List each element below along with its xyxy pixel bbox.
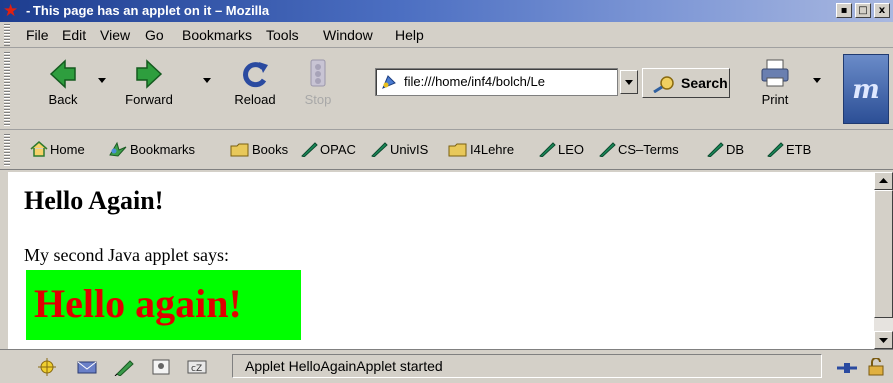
- reload-button[interactable]: Reload: [228, 56, 282, 120]
- status-bar: cZ Applet HelloAgainApplet started: [0, 349, 893, 383]
- address-book-icon[interactable]: [150, 358, 172, 376]
- menu-bar: File Edit View Go Bookmarks Tools Window…: [0, 22, 893, 48]
- link-icon: [767, 142, 784, 158]
- personal-home[interactable]: Home: [30, 141, 85, 159]
- scroll-up-button[interactable]: [874, 172, 893, 190]
- scroll-down-icon: [879, 338, 888, 343]
- scroll-down-button[interactable]: [874, 331, 893, 349]
- java-applet[interactable]: Hello again!: [26, 270, 301, 340]
- applet-text: Hello again!: [34, 281, 242, 326]
- forward-button[interactable]: Forward: [122, 56, 176, 120]
- title-bar[interactable]: ★ - This page has an applet on it – Mozi…: [0, 0, 893, 22]
- personal-bookmarks[interactable]: Bookmarks: [108, 141, 195, 159]
- minimize-button[interactable]: ▪: [836, 3, 852, 18]
- personal-etb[interactable]: ETB: [766, 141, 811, 159]
- navigation-toolbar: Back Forward Reload Stop file:///home/in…: [0, 48, 893, 130]
- stop-button[interactable]: Stop: [295, 56, 341, 120]
- status-text: Applet HelloAgainApplet started: [245, 358, 443, 374]
- page-heading: Hello Again!: [24, 186, 164, 215]
- link-icon: [539, 142, 556, 158]
- link-icon: [371, 142, 388, 158]
- stop-icon: [310, 59, 326, 87]
- personal-univis[interactable]: UnivIS: [370, 141, 428, 159]
- personal-db[interactable]: DB: [706, 141, 744, 159]
- link-icon: [599, 142, 616, 158]
- personal-toolbar: Home Bookmarks Books OPAC UnivIS I4Lehre…: [0, 130, 893, 170]
- page-content: Hello Again! My second Java applet says:…: [8, 172, 874, 349]
- forward-arrow-icon: [136, 59, 163, 89]
- navbar-grip[interactable]: [4, 52, 10, 126]
- menu-window[interactable]: Window: [323, 26, 373, 44]
- security-lock-icon[interactable]: [866, 358, 886, 376]
- back-arrow-icon: [49, 59, 76, 89]
- printer-icon: [761, 59, 789, 87]
- menu-go[interactable]: Go: [145, 26, 164, 44]
- mail-icon[interactable]: [76, 358, 98, 376]
- page-proxy-icon[interactable]: [381, 74, 397, 90]
- persbar-grip[interactable]: [4, 134, 10, 166]
- menubar-grip[interactable]: [4, 24, 10, 46]
- personal-books[interactable]: Books: [230, 141, 288, 159]
- bookmarks-icon: [109, 141, 127, 157]
- personal-i4lehre[interactable]: I4Lehre: [448, 141, 514, 159]
- menu-tools[interactable]: Tools: [266, 26, 299, 44]
- app-star-icon[interactable]: ★: [3, 1, 18, 21]
- menu-edit[interactable]: Edit: [62, 26, 86, 44]
- menu-help[interactable]: Help: [395, 26, 424, 44]
- personal-cs-terms[interactable]: CS–Terms: [598, 141, 679, 159]
- search-button[interactable]: Search: [642, 68, 730, 98]
- online-offline-icon[interactable]: [836, 359, 858, 377]
- forward-dropdown-arrow[interactable]: [203, 78, 211, 83]
- back-button[interactable]: Back: [36, 56, 90, 120]
- search-icon: [653, 76, 674, 93]
- url-history-dropdown[interactable]: [620, 70, 638, 94]
- composer-icon[interactable]: [114, 358, 136, 376]
- svg-text:cZ: cZ: [191, 364, 202, 374]
- scroll-up-icon: [879, 178, 888, 183]
- browser-window: ★ - This page has an applet on it – Mozi…: [0, 0, 893, 383]
- maximize-button[interactable]: □: [855, 3, 871, 18]
- link-icon: [301, 142, 318, 158]
- personal-leo[interactable]: LEO: [538, 141, 584, 159]
- folder-icon: [448, 143, 467, 157]
- vertical-scrollbar[interactable]: [874, 172, 893, 349]
- close-button[interactable]: x: [874, 3, 890, 18]
- back-dropdown-arrow[interactable]: [98, 78, 106, 83]
- link-icon: [707, 142, 724, 158]
- mozilla-throbber-logo[interactable]: m: [843, 54, 889, 124]
- page-paragraph: My second Java applet says:: [24, 245, 229, 265]
- navigator-icon[interactable]: [36, 358, 58, 376]
- print-dropdown-arrow[interactable]: [813, 78, 821, 83]
- irc-chat-icon[interactable]: cZ: [186, 358, 208, 376]
- folder-icon: [230, 143, 249, 157]
- reload-icon: [243, 62, 268, 88]
- print-button[interactable]: Print: [748, 56, 802, 120]
- menu-view[interactable]: View: [100, 26, 130, 44]
- personal-opac[interactable]: OPAC: [300, 141, 356, 159]
- scroll-thumb[interactable]: [874, 190, 893, 318]
- menu-file[interactable]: File: [26, 26, 49, 44]
- menu-bookmarks[interactable]: Bookmarks: [182, 26, 252, 44]
- url-field[interactable]: file:///home/inf4/bolch/Le: [375, 68, 618, 96]
- window-title: - This page has an applet on it – Mozill…: [26, 3, 270, 18]
- status-text-box: Applet HelloAgainApplet started: [232, 354, 822, 378]
- home-icon: [30, 141, 48, 157]
